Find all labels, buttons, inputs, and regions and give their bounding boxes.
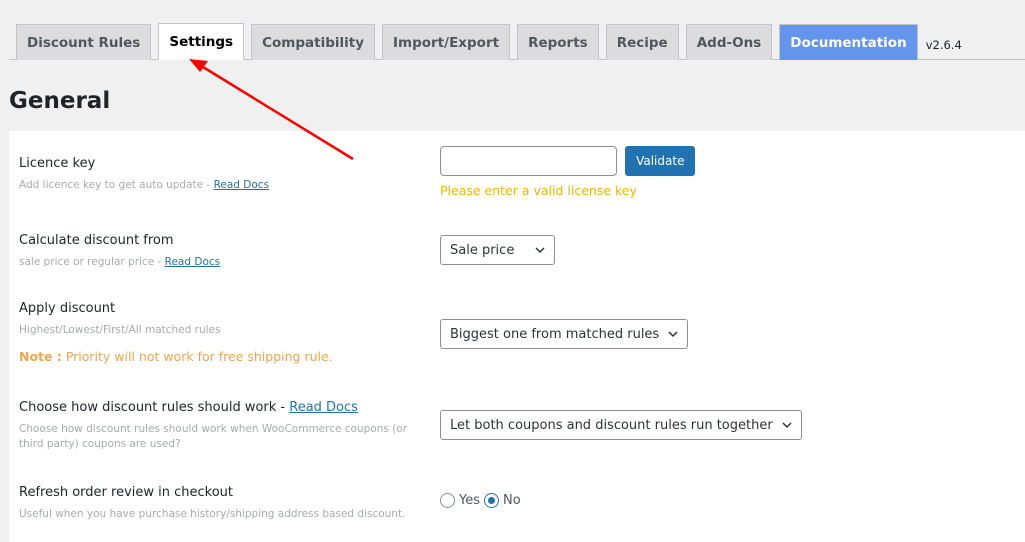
priority-note: Note : Priority will not work for free s… — [19, 349, 419, 364]
coupon-behavior-title-text: Choose how discount rules should work - — [19, 400, 290, 415]
calculate-discount-select[interactable]: Sale price — [440, 235, 555, 265]
refresh-no-radio[interactable] — [484, 493, 499, 508]
tab-import-export[interactable]: Import/Export — [382, 24, 511, 60]
tab-reports[interactable]: Reports — [517, 24, 599, 60]
tab-settings[interactable]: Settings — [158, 23, 245, 60]
refresh-no-label[interactable]: No — [503, 493, 521, 508]
chevron-down-icon — [668, 331, 678, 338]
apply-discount-desc: Highest/Lowest/First/All matched rules — [19, 324, 221, 336]
coupon-behavior-desc: Choose how discount rules should work wh… — [19, 423, 408, 450]
calculate-discount-desc-text: sale price or regular price - — [19, 256, 165, 268]
validate-button[interactable]: Validate — [625, 146, 696, 176]
apply-discount-select[interactable]: Biggest one from matched rules — [440, 319, 689, 349]
tab-compatibility[interactable]: Compatibility — [251, 24, 375, 60]
chevron-down-icon — [535, 247, 545, 254]
chevron-down-icon — [782, 422, 792, 429]
settings-page: Discount Rules Settings Compatibility Im… — [0, 0, 1025, 542]
annotation-arrow-head — [189, 59, 208, 72]
licence-warning: Please enter a valid license key — [440, 183, 637, 198]
note-text: Priority will not work for free shipping… — [61, 349, 333, 364]
licence-key-input[interactable] — [440, 146, 617, 176]
tab-recipe[interactable]: Recipe — [605, 24, 679, 60]
refresh-order-radio-group: Yes No — [440, 493, 525, 508]
coupon-behavior-select[interactable]: Let both coupons and discount rules run … — [440, 410, 802, 440]
calculate-discount-desc: sale price or regular price - Read Docs — [19, 255, 419, 270]
calculate-read-docs-link[interactable]: Read Docs — [165, 256, 220, 268]
coupon-behavior-title: Choose how discount rules should work - … — [19, 399, 419, 417]
tab-documentation[interactable]: Documentation — [779, 24, 918, 60]
calculate-discount-value: Sale price — [450, 242, 515, 258]
version-label: v2.6.4 — [925, 38, 962, 52]
coupon-read-docs-link[interactable]: Read Docs — [289, 400, 358, 415]
coupon-behavior-value: Let both coupons and discount rules run … — [450, 417, 773, 433]
refresh-yes-label[interactable]: Yes — [459, 493, 480, 508]
apply-discount-value: Biggest one from matched rules — [450, 326, 660, 342]
licence-key-title: Licence key — [19, 156, 96, 171]
note-label: Note : — [19, 349, 62, 364]
tab-discount-rules[interactable]: Discount Rules — [16, 24, 152, 60]
calculate-discount-title: Calculate discount from — [19, 233, 174, 248]
licence-read-docs-link[interactable]: Read Docs — [214, 179, 269, 191]
refresh-order-desc: Useful when you have purchase history/sh… — [19, 508, 406, 520]
refresh-order-title: Refresh order review in checkout — [19, 485, 234, 500]
tab-bar: Discount Rules Settings Compatibility Im… — [9, 23, 1025, 60]
licence-key-desc-text: Add licence key to get auto update - — [19, 179, 214, 191]
settings-panel: Licence key Add licence key to get auto … — [9, 131, 1025, 542]
section-title: General — [9, 88, 111, 114]
apply-discount-title: Apply discount — [19, 301, 116, 316]
refresh-yes-radio[interactable] — [440, 493, 455, 508]
licence-key-desc: Add licence key to get auto update - Rea… — [19, 178, 419, 193]
tab-add-ons[interactable]: Add-Ons — [685, 24, 773, 60]
